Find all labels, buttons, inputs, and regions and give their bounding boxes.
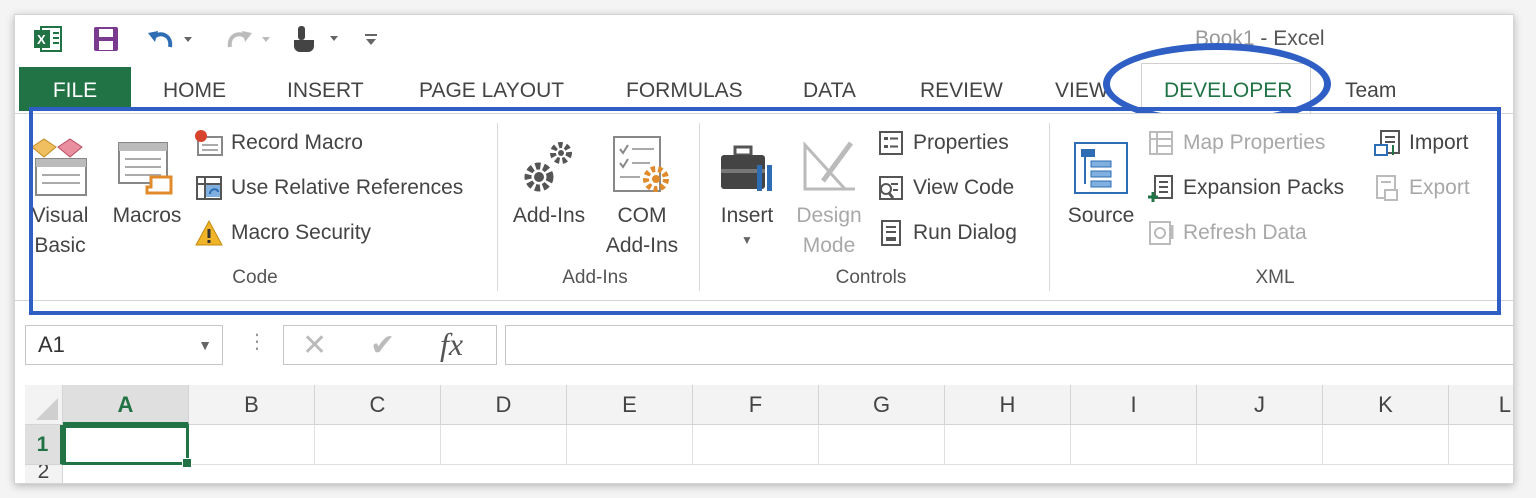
column-header[interactable]: F: [693, 385, 819, 425]
insert-function-icon[interactable]: fx: [440, 326, 463, 363]
column-header[interactable]: L: [1449, 385, 1513, 425]
customize-qat-icon[interactable]: [359, 25, 383, 53]
cell[interactable]: [1323, 425, 1449, 465]
annotation-rectangle: [29, 107, 1501, 315]
excel-window: X Book1 - Excel FILE HOME INSERT PAGE LA…: [14, 14, 1514, 484]
cell[interactable]: [189, 425, 315, 465]
column-header[interactable]: C: [315, 385, 441, 425]
worksheet-grid[interactable]: A B C D E F G H I J K L 1 2: [15, 385, 1513, 483]
select-all-button[interactable]: [25, 385, 63, 425]
column-header[interactable]: E: [567, 385, 693, 425]
touch-mode-icon[interactable]: [289, 25, 345, 53]
tab-file[interactable]: FILE: [19, 67, 131, 111]
save-icon[interactable]: [91, 25, 121, 53]
tab-team[interactable]: Team: [1345, 67, 1396, 111]
cell[interactable]: [315, 425, 441, 465]
cell[interactable]: [693, 425, 819, 465]
tab-home[interactable]: HOME: [163, 67, 226, 111]
excel-logo-icon: X: [31, 25, 65, 53]
column-header[interactable]: H: [945, 385, 1071, 425]
cell[interactable]: [1071, 425, 1197, 465]
tab-page-layout[interactable]: PAGE LAYOUT: [419, 67, 564, 111]
cell[interactable]: [1449, 425, 1513, 465]
column-header[interactable]: D: [441, 385, 567, 425]
resize-handle-icon[interactable]: ⋮: [247, 329, 267, 354]
formula-bar: A1 ▼ ⋮ ✕ ✔ fx: [15, 315, 1513, 373]
cell[interactable]: [1197, 425, 1323, 465]
tab-view[interactable]: VIEW: [1055, 67, 1109, 111]
enter-icon[interactable]: ✔: [370, 328, 395, 363]
active-cell-a1[interactable]: [63, 425, 192, 468]
cancel-icon[interactable]: ✕: [302, 328, 327, 363]
chevron-down-icon: ▼: [198, 337, 212, 353]
column-header[interactable]: I: [1071, 385, 1197, 425]
cell[interactable]: [819, 425, 945, 465]
row-header[interactable]: 2: [25, 465, 63, 483]
formula-input[interactable]: [505, 325, 1513, 365]
tab-formulas[interactable]: FORMULAS: [626, 67, 743, 111]
cell[interactable]: [567, 425, 693, 465]
column-header[interactable]: J: [1197, 385, 1323, 425]
column-header[interactable]: G: [819, 385, 945, 425]
undo-icon[interactable]: [145, 25, 197, 53]
screenshot-frame: X Book1 - Excel FILE HOME INSERT PAGE LA…: [0, 0, 1536, 498]
tab-review[interactable]: REVIEW: [920, 67, 1003, 111]
cell[interactable]: [441, 425, 567, 465]
tab-insert[interactable]: INSERT: [287, 67, 364, 111]
column-header[interactable]: B: [189, 385, 315, 425]
tab-data[interactable]: DATA: [803, 67, 856, 111]
row-header[interactable]: 1: [25, 425, 63, 465]
redo-icon[interactable]: [223, 25, 275, 53]
column-header[interactable]: A: [63, 385, 189, 425]
name-box[interactable]: A1 ▼: [25, 325, 223, 365]
column-header[interactable]: K: [1323, 385, 1449, 425]
cell[interactable]: [945, 425, 1071, 465]
svg-text:X: X: [37, 32, 46, 47]
formula-buttons: ✕ ✔ fx: [283, 325, 497, 365]
